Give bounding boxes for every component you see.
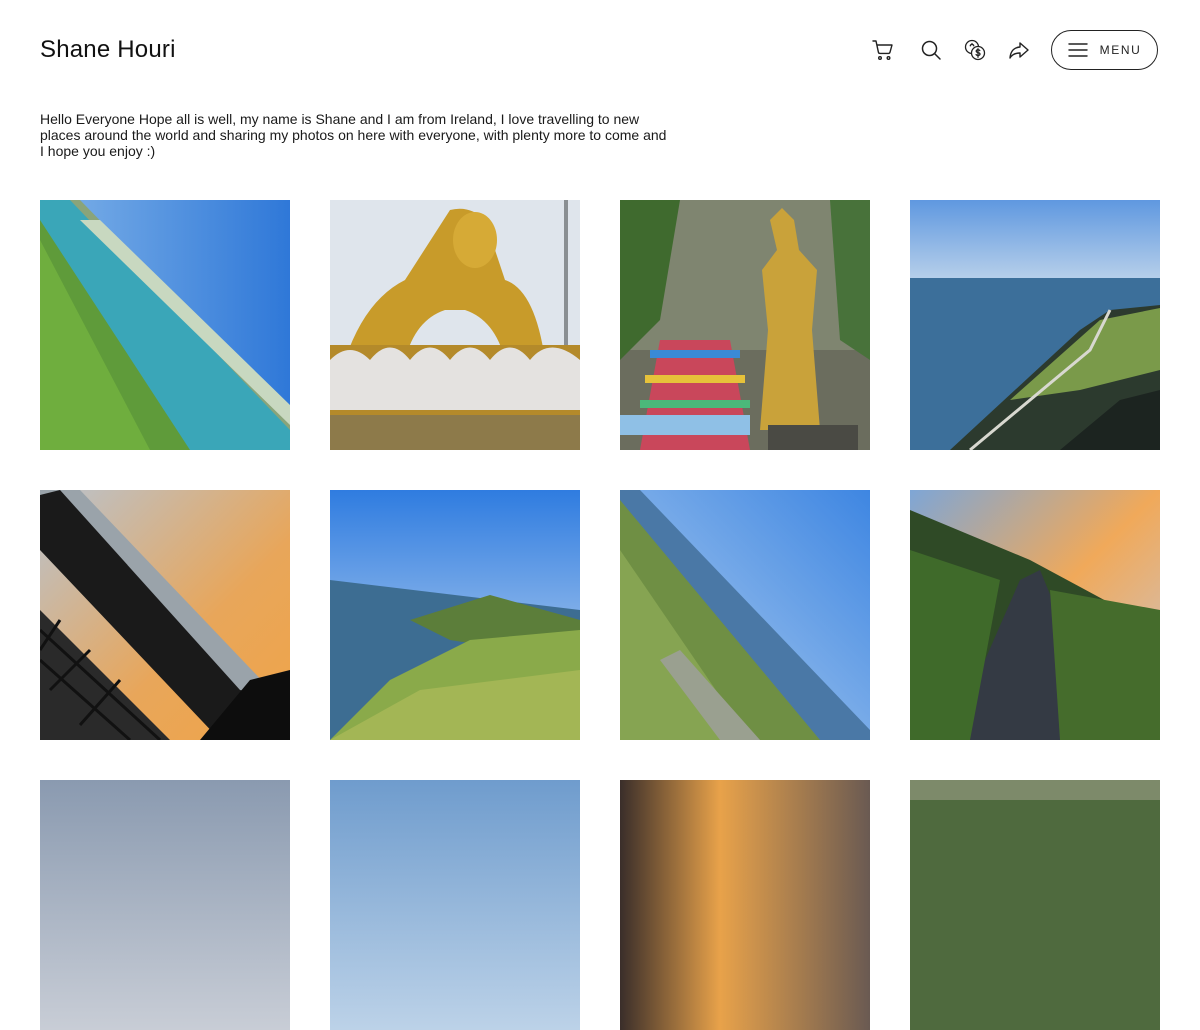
currency-button[interactable] <box>961 36 989 64</box>
bio-text: Hello Everyone Hope all is well, my name… <box>40 111 667 159</box>
photo-cliff-walkway[interactable] <box>910 200 1160 450</box>
photo-row3-4[interactable] <box>910 780 1160 1030</box>
menu-button[interactable]: MENU <box>1051 30 1158 70</box>
share-icon <box>1009 42 1029 59</box>
photo-golden-statue-steps[interactable] <box>620 200 870 450</box>
photo-sunset-railing[interactable] <box>40 490 290 740</box>
site-title[interactable]: Shane Houri <box>40 34 176 66</box>
currency-icon <box>964 39 986 61</box>
photo-coast-grass-tilted[interactable] <box>620 490 870 740</box>
photo-grid <box>40 200 1160 1030</box>
photo-coastline-tilted[interactable] <box>40 200 290 450</box>
search-icon <box>921 40 941 60</box>
share-button[interactable] <box>1005 36 1033 64</box>
photo-golden-buddha[interactable] <box>330 200 580 450</box>
hamburger-icon <box>1067 43 1088 57</box>
search-button[interactable] <box>917 36 945 64</box>
site-header: Shane Houri MENU <box>0 0 1200 100</box>
photo-sunset-path[interactable] <box>910 490 1160 740</box>
photo-row3-1[interactable] <box>40 780 290 1030</box>
cart-button[interactable] <box>869 36 897 64</box>
photo-row3-3[interactable] <box>620 780 870 1030</box>
cart-icon <box>872 40 893 61</box>
photo-green-headland[interactable] <box>330 490 580 740</box>
photo-row3-2[interactable] <box>330 780 580 1030</box>
menu-label: MENU <box>1099 43 1142 57</box>
